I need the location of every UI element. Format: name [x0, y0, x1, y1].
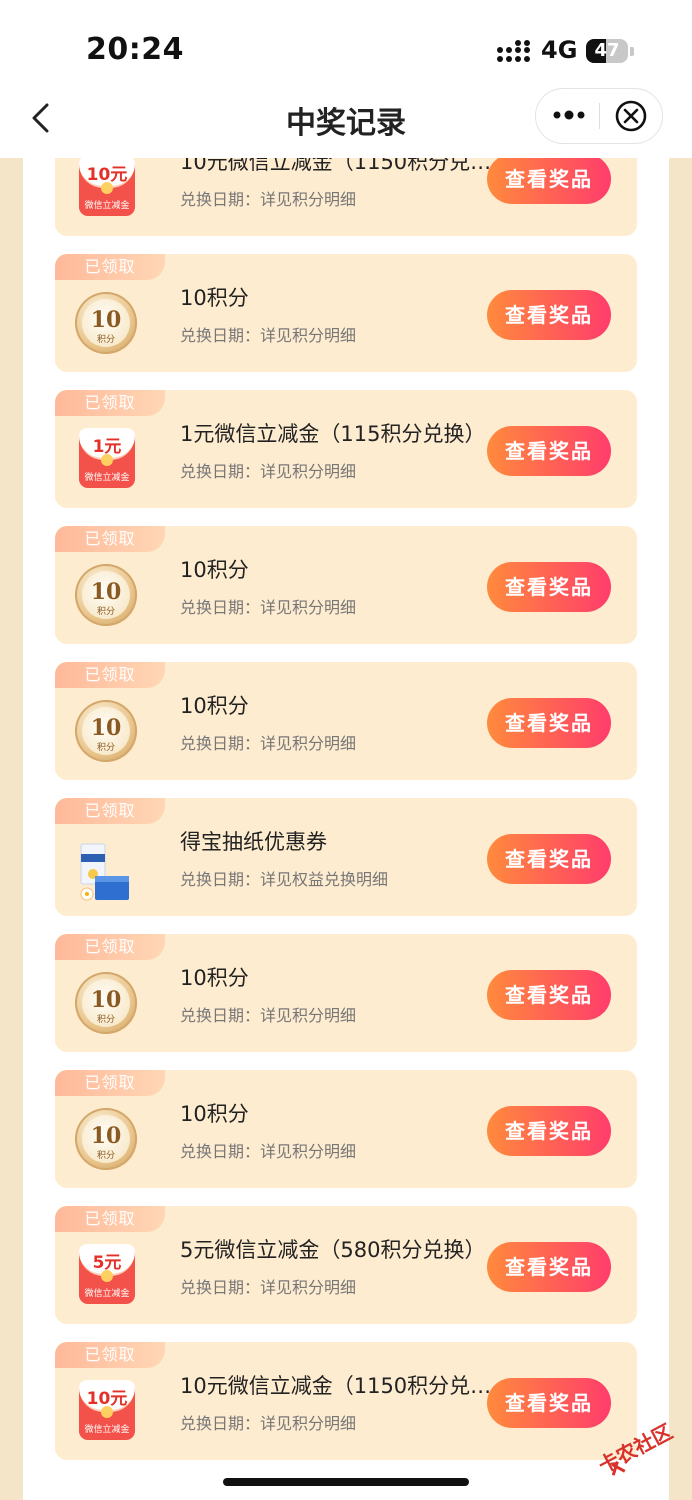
claimed-tag: 已领取: [55, 934, 165, 960]
prize-name: 5元微信立减金（580积分兑换）: [180, 1238, 486, 1262]
more-dots-icon[interactable]: [549, 101, 589, 129]
coin-face: 10 积分: [82, 299, 130, 347]
claimed-tag: 已领取: [55, 798, 165, 824]
prize-name: 10元微信立减金（1150积分兑换）: [180, 158, 500, 174]
prize-record-card: 已领取 5元 微信立减金 5元微信立减金（580积分兑换） 兑换日期：详见积分明细 查看奖…: [55, 1206, 637, 1324]
red-packet-label: 微信立减金: [84, 1289, 130, 1299]
red-packet-label: 微信立减金: [84, 201, 130, 211]
prize-name: 1元微信立减金（115积分兑换）: [180, 422, 486, 446]
prize-record-card: 已领取 10 积分 10积分 兑换日期：详见积分明细 查看奖品: [55, 662, 637, 780]
coin-unit: 积分: [96, 607, 115, 617]
view-prize-button[interactable]: 查看奖品: [487, 1106, 611, 1156]
coin-face: 10 积分: [82, 571, 130, 619]
battery-nub: [630, 47, 634, 56]
view-prize-button[interactable]: 查看奖品: [487, 158, 611, 204]
content-area[interactable]: 已领取 10元微信立减金 10元微信立减金（1150积分兑换） 兑换日期：详见积分明细…: [0, 158, 692, 1500]
red-packet-icon: 1元 微信立减金: [79, 428, 135, 488]
cellular-signal-icon: [497, 40, 530, 62]
redeem-date: 兑换日期：详见积分明细: [180, 1414, 357, 1433]
red-packet-label: 微信立减金: [84, 1425, 130, 1435]
claimed-tag: 已领取: [55, 390, 165, 416]
claimed-tag: 已领取: [55, 1342, 165, 1368]
prize-name: 得宝抽纸优惠券: [180, 830, 327, 854]
tissue-product-icon: [80, 843, 129, 901]
watermark-text: 卡农社区: [594, 1419, 676, 1478]
coin-number: 10: [90, 1123, 122, 1149]
view-prize-button[interactable]: 查看奖品: [487, 698, 611, 748]
red-packet-label: 微信立减金: [84, 473, 130, 483]
red-packet-icon: 10元 微信立减金: [79, 158, 135, 216]
network-type: 4G: [541, 36, 578, 64]
coin-face: 10 积分: [82, 979, 130, 1027]
capsule-divider: [599, 103, 600, 129]
claimed-tag: 已领取: [55, 526, 165, 552]
prize-record-card: 已领取10元微信立减金10元微信立减金（1150积分兑换）兑换日期：详见积分明细…: [55, 158, 637, 236]
coin-unit: 积分: [96, 743, 115, 753]
prize-record-card: 已领取 得宝抽纸优惠券兑换日期：详见权益兑换明细 查看奖品: [55, 798, 637, 916]
home-indicator[interactable]: [223, 1478, 469, 1486]
status-bar: 20:24 4G 47: [0, 0, 692, 90]
claimed-tag: 已领取: [55, 1206, 165, 1232]
battery-percent: 47: [594, 40, 620, 61]
prize-name: 10积分: [180, 694, 249, 718]
redeem-date: 兑换日期：详见权益兑换明细: [180, 870, 389, 889]
view-prize-button[interactable]: 查看奖品: [487, 970, 611, 1020]
redeem-date: 兑换日期：详见积分明细: [180, 462, 357, 481]
miniprogram-capsule: [535, 88, 663, 144]
coin-unit: 积分: [96, 1151, 115, 1161]
battery-icon: 47: [586, 39, 628, 63]
prize-record-card: 已领取 10 积分 10积分 兑换日期：详见积分明细 查看奖品: [55, 526, 637, 644]
claimed-tag: 已领取: [55, 254, 165, 280]
prize-name: 10积分: [180, 1102, 249, 1126]
prize-name: 10积分: [180, 966, 249, 990]
coin-unit: 积分: [96, 1015, 115, 1025]
red-packet-seal: [101, 182, 113, 194]
prize-record-card: 已领取 10 积分 10积分 兑换日期：详见积分明细 查看奖品: [55, 254, 637, 372]
points-coin-icon: 10 积分: [75, 700, 137, 762]
points-coin-icon: 10 积分: [75, 972, 137, 1034]
redeem-date: 兑换日期：详见积分明细: [180, 598, 357, 617]
view-prize-button[interactable]: 查看奖品: [487, 834, 611, 884]
red-packet-icon: 10元 微信立减金: [79, 1380, 135, 1440]
status-time: 20:24: [86, 32, 184, 67]
red-packet-seal: [101, 454, 113, 466]
points-coin-icon: 10 积分: [75, 564, 137, 626]
redeem-date: 兑换日期：详见积分明细: [180, 1006, 357, 1025]
red-packet-icon: 5元 微信立减金: [79, 1244, 135, 1304]
redeem-date: 兑换日期：详见积分明细: [180, 190, 357, 209]
prize-record-list: 已领取 10元微信立减金 10元微信立减金（1150积分兑换） 兑换日期：详见积分明细…: [55, 158, 637, 1478]
view-prize-button[interactable]: 查看奖品: [487, 290, 611, 340]
points-coin-icon: 10 积分: [75, 1108, 137, 1170]
view-prize-button[interactable]: 查看奖品: [487, 1242, 611, 1292]
close-circle-icon[interactable]: [614, 99, 648, 133]
view-prize-button[interactable]: 查看奖品: [487, 562, 611, 612]
prize-name: 10积分: [180, 286, 249, 310]
coin-face: 10 积分: [82, 1115, 130, 1163]
red-packet-seal: [101, 1406, 113, 1418]
prize-record-card: 已领取 10 积分 10积分 兑换日期：详见积分明细 查看奖品: [55, 934, 637, 1052]
prize-record-card: 已领取 1元 微信立减金 1元微信立减金（115积分兑换） 兑换日期：详见积分明细 查看奖…: [55, 390, 637, 508]
prize-name: 10元微信立减金（1150积分兑换）: [180, 1374, 500, 1398]
redeem-date: 兑换日期：详见积分明细: [180, 734, 357, 753]
prize-record-card: 已领取 10元微信立减金 10元微信立减金（1150积分兑换） 兑换日期：详见积分明细…: [55, 1342, 637, 1460]
coin-number: 10: [90, 579, 122, 605]
coin-number: 10: [90, 715, 122, 741]
coin-unit: 积分: [96, 335, 115, 345]
claimed-tag: 已领取: [55, 1070, 165, 1096]
prize-record-card: 已领取 10 积分 10积分 兑换日期：详见积分明细 查看奖品: [55, 1070, 637, 1188]
claimed-tag: 已领取: [55, 662, 165, 688]
coin-number: 10: [90, 307, 122, 333]
prize-name: 10积分: [180, 558, 249, 582]
red-packet-seal: [101, 1270, 113, 1282]
points-coin-icon: 10 积分: [75, 292, 137, 354]
watermark-logo: 卡农社区: [594, 1419, 676, 1478]
redeem-date: 兑换日期：详见积分明细: [180, 326, 357, 345]
nav-bar: 中奖记录: [0, 88, 692, 158]
redeem-date: 兑换日期：详见积分明细: [180, 1142, 357, 1161]
coin-number: 10: [90, 987, 122, 1013]
view-prize-button[interactable]: 查看奖品: [487, 426, 611, 476]
coin-face: 10 积分: [82, 707, 130, 755]
redeem-date: 兑换日期：详见积分明细: [180, 1278, 357, 1297]
